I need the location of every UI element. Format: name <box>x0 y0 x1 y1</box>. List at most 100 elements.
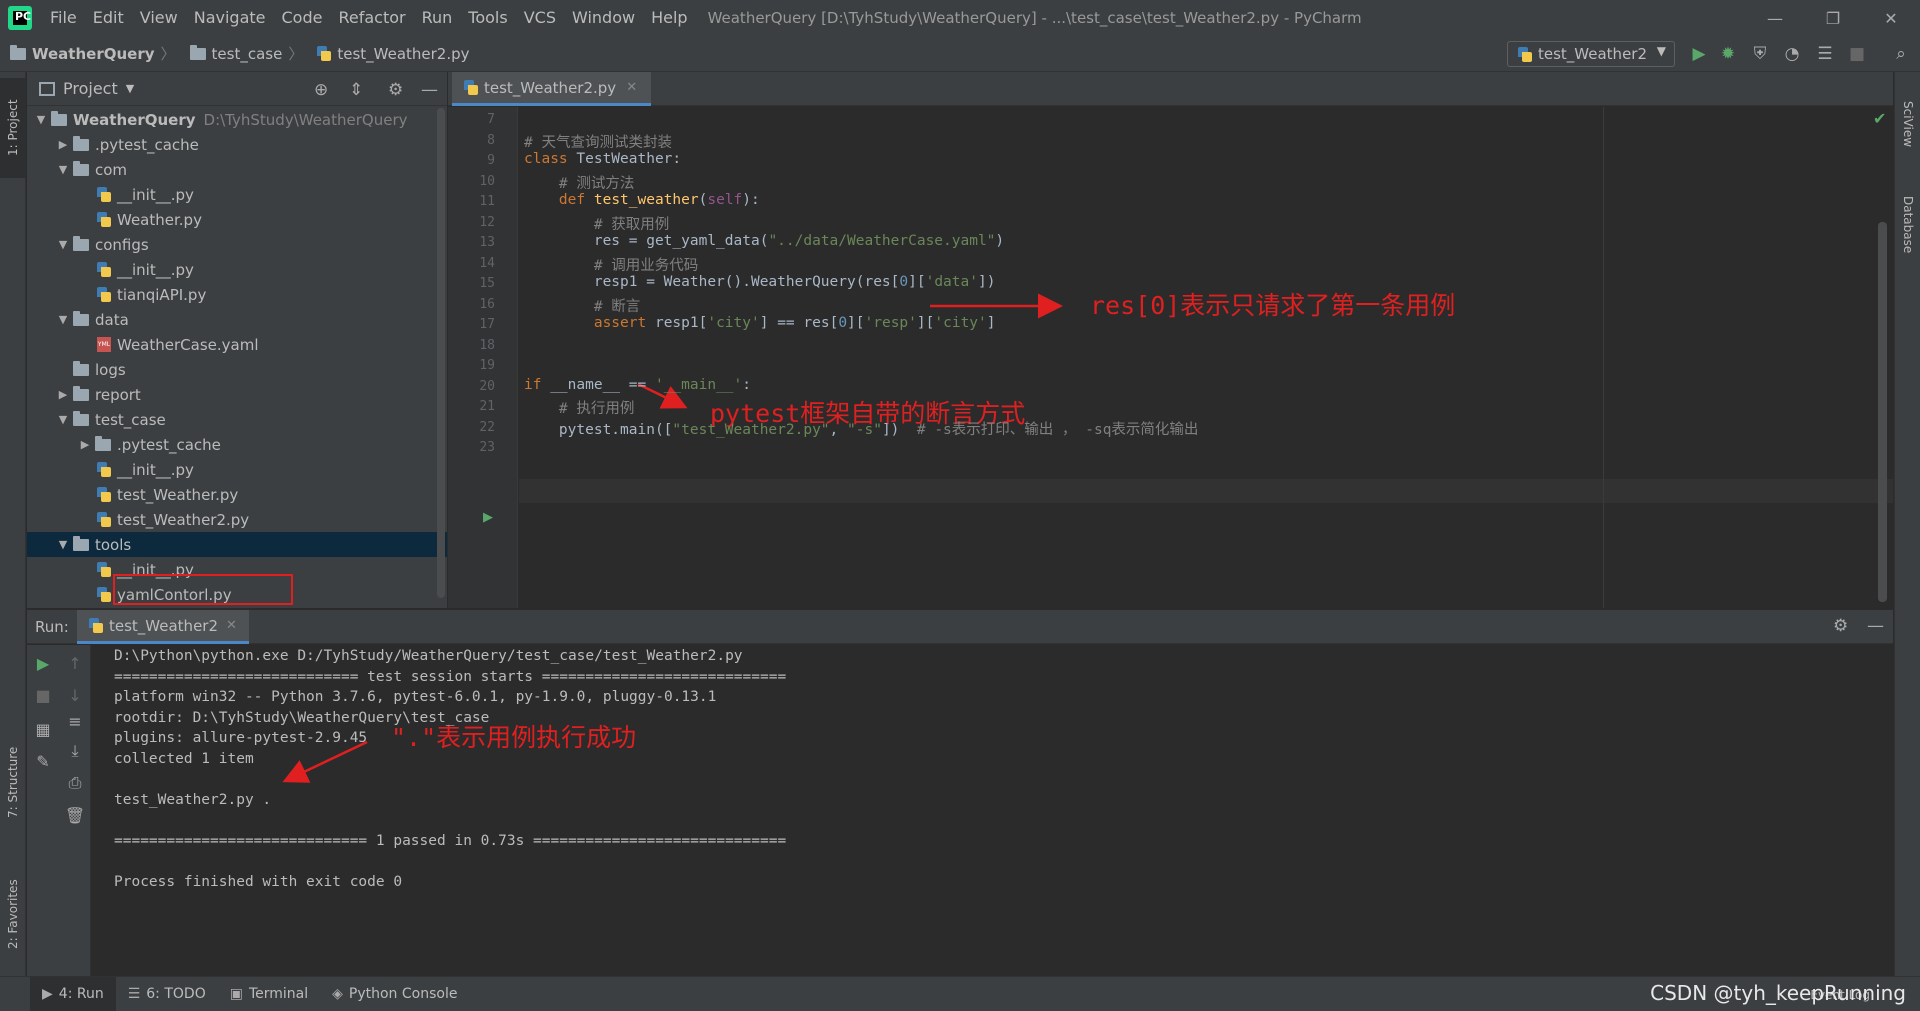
project-panel-title[interactable]: Project <box>63 79 118 98</box>
code-line: # 测试方法 <box>558 175 635 192</box>
tree-item[interactable]: ▶ .pytest_cache <box>27 432 447 457</box>
tree-item[interactable]: ▼ data <box>27 307 447 332</box>
chevron-down-icon[interactable]: ▼ <box>55 538 71 551</box>
favorites-tool-tab[interactable]: 2: Favorites <box>0 864 26 964</box>
todo-tool-tab[interactable]: ☰ 6: TODO <box>116 977 218 1011</box>
tree-scrollbar[interactable] <box>437 108 445 598</box>
python-console-tool-tab[interactable]: ◈ Python Console <box>320 977 469 1011</box>
chevron-down-icon[interactable]: ▼ <box>55 163 71 176</box>
tree-item[interactable]: test_Weather2.py <box>27 507 447 532</box>
run-tool-tab[interactable]: ▶ 4: Run <box>30 976 116 1011</box>
tree-item[interactable]: ▶ .pytest_cache <box>27 132 447 157</box>
minimize-icon[interactable]: — <box>1746 0 1804 36</box>
folder-icon <box>73 535 89 551</box>
tree-item[interactable]: __init__.py <box>27 257 447 282</box>
chevron-down-icon[interactable]: ▼ <box>55 413 71 426</box>
chevron-down-icon[interactable]: ▼ <box>55 313 71 326</box>
gear-icon[interactable]: ⚙ <box>1833 616 1848 636</box>
tree-item[interactable]: YML WeatherCase.yaml <box>27 332 447 357</box>
debug-icon[interactable]: ✹ <box>1716 42 1740 66</box>
hide-icon[interactable]: — <box>421 80 438 100</box>
tree-item[interactable]: tianqiAPI.py <box>27 282 447 307</box>
code-line: class TestWeather: <box>524 151 682 167</box>
tree-item[interactable]: Weather.py <box>27 207 447 232</box>
database-tool-tab[interactable]: Database <box>1895 180 1920 270</box>
tree-item[interactable]: __init__.py <box>27 182 447 207</box>
chevron-down-icon[interactable]: ▼ <box>55 238 71 251</box>
breadcrumb-label: test_Weather2.py <box>337 44 470 63</box>
folder-icon <box>73 160 89 176</box>
project-panel-header: Project ▼ ⊕ ⇕ ⚙ — <box>27 72 447 106</box>
python-file-icon <box>97 512 111 527</box>
pycharm-logo-icon: PC <box>8 6 32 30</box>
terminal-icon: ▣ <box>229 986 243 1002</box>
folder-icon <box>73 135 89 151</box>
code-editor: test_Weather2.py ✕ 7 8 9 10 11 12 13 14 15 16 17 18… <box>448 72 1893 608</box>
menu-item-view[interactable]: View <box>132 0 186 36</box>
close-icon[interactable]: ✕ <box>1862 0 1920 36</box>
tree-item[interactable]: ▼ test_case <box>27 407 447 432</box>
terminal-tool-tab[interactable]: ▣ Terminal <box>218 977 320 1011</box>
tree-item[interactable]: ▼ tools <box>27 532 447 557</box>
tree-item[interactable]: __init__.py <box>27 457 447 482</box>
coverage-icon[interactable]: ⛨ <box>1748 42 1772 66</box>
console-line: Process finished with exit code 0 <box>114 873 403 890</box>
play-icon: ▶ <box>42 986 53 1002</box>
window-controls: — ❐ ✕ <box>1746 0 1920 36</box>
tree-item-label: __init__.py <box>117 260 194 279</box>
tree-item[interactable]: ▼ com <box>27 157 447 182</box>
hide-icon[interactable]: — <box>1867 616 1884 636</box>
tree-item[interactable]: ▶ report <box>27 382 447 407</box>
code-line: assert resp1['city'] == res[0]['resp']['… <box>593 315 996 331</box>
tree-item[interactable]: ▼ WeatherQuery D:\TyhStudy\WeatherQuery <box>27 107 447 132</box>
left-tool-strip: 1: Project 7: Structure 2: Favorites <box>0 72 26 976</box>
tree-item[interactable]: test_Weather.py <box>27 482 447 507</box>
search-icon[interactable]: ⌕ <box>1889 42 1913 66</box>
menu-item-window[interactable]: Window <box>564 0 643 36</box>
menu-item-tools[interactable]: Tools <box>460 0 515 36</box>
menu-item-run[interactable]: Run <box>414 0 461 36</box>
console-line: plugins: allure-pytest-2.9.45 <box>114 730 368 746</box>
breadcrumb-folder[interactable]: test_case 〉 <box>180 43 308 64</box>
chevron-right-icon[interactable]: ▶ <box>55 138 71 151</box>
navigation-bar: WeatherQuery 〉 test_case 〉 test_Weather2.p… <box>0 36 1920 72</box>
chevron-right-icon[interactable]: ▶ <box>77 438 93 451</box>
run-configuration-select[interactable]: test_Weather2 ▼ <box>1507 41 1675 67</box>
tree-item[interactable]: ▼ configs <box>27 232 447 257</box>
chevron-down-icon[interactable]: ▼ <box>33 113 49 126</box>
status-tab-label: 4: Run <box>58 986 104 1002</box>
project-tool-tab[interactable]: 1: Project <box>0 78 26 178</box>
folder-icon <box>51 110 67 126</box>
menu-item-help[interactable]: Help <box>643 0 695 36</box>
locate-icon[interactable]: ⊕ <box>314 80 328 100</box>
chevron-down-icon[interactable]: ▼ <box>126 82 134 95</box>
gear-icon[interactable]: ⚙ <box>388 80 403 100</box>
tree-item-label: logs <box>95 360 126 379</box>
collapse-all-icon[interactable]: ⇕ <box>349 80 363 100</box>
success-arrow <box>282 740 368 783</box>
sciview-tool-tab[interactable]: SciView <box>1895 84 1920 164</box>
stop-icon[interactable]: ■ <box>1845 42 1869 66</box>
right-tool-strip: SciView Database <box>1894 72 1920 976</box>
restore-icon[interactable]: ❐ <box>1804 0 1862 36</box>
list-icon: ☰ <box>127 986 141 1002</box>
menu-item-vcs[interactable]: VCS <box>516 0 564 36</box>
run-icon[interactable]: ▶ <box>1687 42 1711 66</box>
tree-item[interactable]: logs <box>27 357 447 382</box>
menu-item-navigate[interactable]: Navigate <box>186 0 274 36</box>
menu-item-refactor[interactable]: Refactor <box>330 0 413 36</box>
menu-item-file[interactable]: File <box>42 0 85 36</box>
profile-icon[interactable]: ◔ <box>1780 42 1804 66</box>
concurrency-icon[interactable]: ☰ <box>1813 42 1837 66</box>
tree-item-label: __init__.py <box>117 460 194 479</box>
breadcrumb-project[interactable]: WeatherQuery 〉 <box>0 43 180 64</box>
chevron-right-icon[interactable]: ▶ <box>55 388 71 401</box>
status-tab-label: Terminal <box>248 986 309 1002</box>
title-bar: PC File Edit View Navigate Code Refactor Run To… <box>0 0 1920 36</box>
breadcrumb-label: test_case <box>211 44 283 63</box>
menu-item-edit[interactable]: Edit <box>85 0 132 36</box>
window-title: WeatherQuery [D:\TyhStudy\WeatherQuery] … <box>707 9 1362 27</box>
menu-item-code[interactable]: Code <box>274 0 331 36</box>
breadcrumb-file[interactable]: test_Weather2.py <box>307 45 473 63</box>
structure-tool-tab[interactable]: 7: Structure <box>0 732 26 832</box>
